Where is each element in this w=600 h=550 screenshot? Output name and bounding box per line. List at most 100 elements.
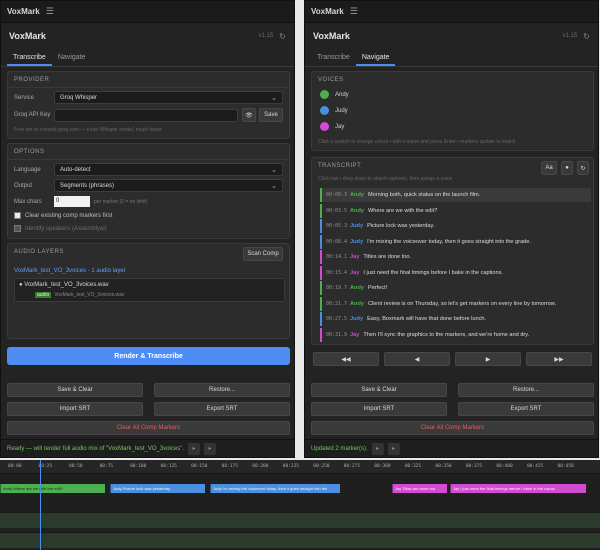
language-value: Auto-detect (60, 166, 91, 173)
apikey-row: Groq API Key 👁 Save (14, 108, 283, 122)
hamburger-icon[interactable]: ☰ (350, 6, 358, 17)
voices-hint: Click a swatch to change colour • edit a… (318, 139, 516, 145)
scan-comp-button[interactable]: Scan Comp (243, 247, 283, 261)
panel-titlebar: VoxMark ☰ (305, 1, 598, 23)
status-bar: Ready — will render full audio mix of "V… (1, 439, 294, 457)
transcript-row[interactable]: 00:14.1 Jay Titles are done too. (320, 250, 591, 264)
row-speaker: Andy (350, 300, 364, 307)
output-select[interactable]: Segments (phrases) ⌄ (54, 179, 283, 192)
first-marker-button[interactable]: ◀◀ (313, 352, 379, 366)
next-marker-button[interactable]: ▶ (455, 352, 521, 366)
maxchars-label: Max chars (14, 198, 42, 205)
app-name: VoxMark (313, 31, 350, 41)
timeline-marker[interactable]: Jay I just need the final timings before… (450, 484, 586, 493)
refresh-icon[interactable]: ↻ (583, 32, 590, 41)
chevron-icon[interactable]: ▸ (204, 442, 217, 455)
save-key-button[interactable]: Save (259, 108, 283, 122)
timeline-marker[interactable]: Judy I'm mixing the voiceover today, the… (210, 484, 340, 493)
checkbox-box[interactable] (14, 212, 21, 219)
maxchars-input[interactable]: 0 (54, 196, 90, 207)
voice-name[interactable]: Judy (335, 108, 348, 114)
row-speaker: Jay (350, 269, 360, 276)
panel-title: VoxMark (311, 7, 344, 16)
tab-navigate[interactable]: Navigate (52, 49, 92, 66)
comp-timeline: 00:00 00:25 00:50 00:75 00:100 00:125 00:150 00… (0, 460, 600, 550)
dot-icon[interactable]: ● (561, 161, 573, 175)
voice-item-andy[interactable]: Andy (320, 90, 349, 99)
audio-badge: audio (35, 292, 52, 298)
identify-speakers-checkbox[interactable]: Identify speakers (Assemblyai) (14, 225, 107, 232)
audio-layer-source: audio VoxMark_test_VO_3voices.wav (35, 292, 125, 298)
timeline-marker[interactable]: Andy Where are we with the edit? (0, 484, 105, 493)
tab-transcribe[interactable]: Transcribe (7, 49, 52, 66)
save-clear-button[interactable]: Save & Clear (7, 383, 143, 397)
row-timestamp: 00:27.5 (326, 316, 348, 322)
save-clear-button[interactable]: Save & Clear (311, 383, 447, 397)
last-marker-button[interactable]: ▶▶ (526, 352, 592, 366)
transcript-row[interactable]: 00:19.7 Andy Perfect! (320, 281, 591, 295)
timeline-marker[interactable]: Judy Picture lock was yesterday (110, 484, 205, 493)
layer-source-text: VoxMark_test_VO_3voices.wav (54, 292, 125, 298)
transcript-row[interactable]: 00:00.3 Andy Morning both, quick status on… (320, 188, 591, 202)
transcript-row[interactable]: 00:05.3 Judy Picture lock was yesterday. (320, 219, 591, 233)
transcript-row[interactable]: 00:31.9 Jay Then I'll sync the graphics to… (320, 327, 591, 342)
export-srt-button[interactable]: Export SRT (458, 402, 594, 416)
eye-icon[interactable]: 👁 (242, 108, 256, 122)
ruler-tick: 00:425 (526, 464, 544, 469)
tab-transcribe[interactable]: Transcribe (311, 49, 356, 66)
import-srt-button[interactable]: Import SRT (7, 402, 143, 416)
voice-swatch[interactable] (320, 90, 329, 99)
clear-markers-checkbox[interactable]: Clear existing comp markers first (14, 212, 112, 219)
voice-swatch[interactable] (320, 106, 329, 115)
row-timestamp: 00:00.3 (326, 192, 348, 198)
chevron-icon[interactable]: ▸ (387, 442, 400, 455)
transcript-row[interactable]: 00:03.5 Andy Where are we with the edit? (320, 203, 591, 218)
ruler-tick: 00:75 (99, 464, 114, 469)
clear-all-markers-button[interactable]: Clear All Comp Markers (311, 421, 594, 435)
tab-bar: Transcribe Navigate (1, 49, 294, 67)
transcript-row[interactable]: 00:27.5 Judy Easy, Boxmark will have that … (320, 312, 591, 326)
import-srt-button[interactable]: Import SRT (311, 402, 447, 416)
prev-marker-button[interactable]: ◀ (384, 352, 450, 366)
time-ruler[interactable]: 00:00 00:25 00:50 00:75 00:100 00:125 00:150 00… (0, 460, 600, 474)
voice-name[interactable]: Andy (335, 92, 349, 98)
language-select[interactable]: Auto-detect ⌄ (54, 163, 283, 176)
voice-swatch[interactable] (320, 122, 329, 131)
hamburger-icon[interactable]: ☰ (46, 6, 54, 17)
refresh-icon[interactable]: ↻ (279, 32, 286, 41)
checkbox-box[interactable] (14, 225, 21, 232)
app-version: v1.15 (258, 33, 274, 39)
chevron-down-icon: ⌄ (271, 94, 277, 102)
chevron-icon[interactable]: ▸ (371, 442, 384, 455)
transcript-row[interactable]: 00:15.4 Jay I just need the final timings … (320, 265, 591, 280)
apikey-label: Groq API Key (14, 112, 51, 118)
row-text: Perfect! (367, 285, 388, 291)
playhead[interactable] (40, 460, 41, 550)
voice-item-judy[interactable]: Judy (320, 106, 348, 115)
ruler-tick: 00:200 (252, 464, 269, 469)
voice-item-jay[interactable]: Jay (320, 122, 344, 131)
row-text: I'm mixing the voiceover today, then it … (367, 238, 531, 245)
options-section: OPTIONS Language Auto-detect ⌄ Output Se… (7, 143, 290, 239)
row-text: Easy, Boxmark will have that done before… (367, 316, 487, 322)
font-size-button[interactable]: Aa (541, 161, 557, 175)
tab-navigate[interactable]: Navigate (355, 49, 396, 66)
marker-actions: Save & Clear Restore... Import SRT Expor… (311, 377, 594, 437)
clear-all-markers-button[interactable]: Clear All Comp Markers (7, 421, 290, 435)
transcript-row[interactable]: 00:08.4 Judy I'm mixing the voiceover toda… (320, 234, 591, 249)
refresh-icon[interactable]: ↻ (577, 161, 589, 175)
audio-layer-item[interactable]: ● VoxMark_test_VO_3voices.wav audio VoxM… (14, 278, 285, 302)
transcript-row[interactable]: 00:21.7 Andy Client review is on Thursday,… (320, 296, 591, 311)
panel-title: VoxMark (7, 7, 40, 16)
apikey-input[interactable] (54, 108, 238, 122)
chevron-icon[interactable]: ▸ (188, 442, 201, 455)
render-transcribe-button[interactable]: Render & Transcribe (7, 347, 290, 365)
identify-speakers-label: Identify speakers (Assemblyai) (25, 225, 107, 232)
row-timestamp: 00:08.4 (326, 238, 348, 245)
export-srt-button[interactable]: Export SRT (154, 402, 290, 416)
voice-name[interactable]: Jay (335, 124, 344, 130)
restore-button[interactable]: Restore... (458, 383, 594, 397)
service-select[interactable]: Groq Whisper ⌄ (54, 91, 283, 104)
restore-button[interactable]: Restore... (154, 383, 290, 397)
timeline-marker[interactable]: Jay Titles are done too (392, 484, 447, 493)
